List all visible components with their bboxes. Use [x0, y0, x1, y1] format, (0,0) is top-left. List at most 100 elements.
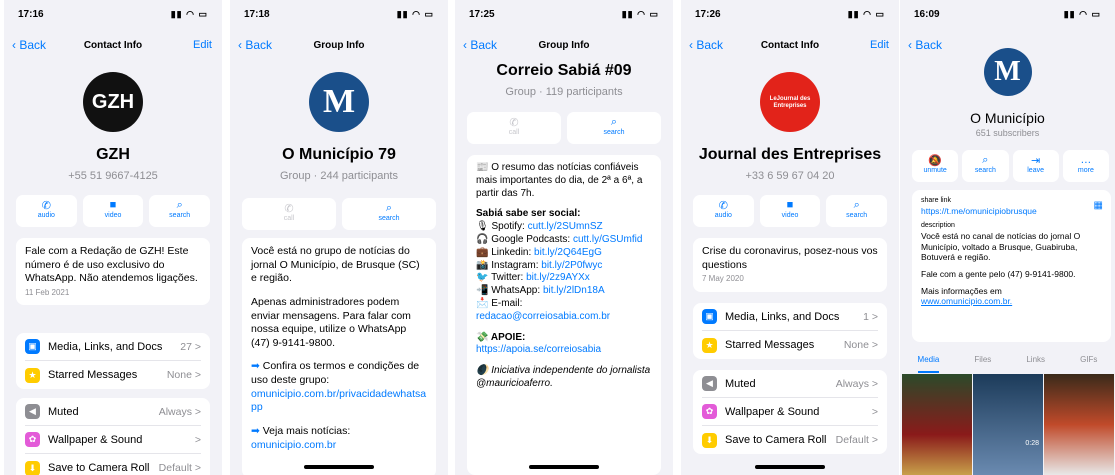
- starred-row[interactable]: ★ Starred Messages None >: [25, 361, 201, 389]
- phone-icon: ✆: [41, 200, 51, 212]
- email-link[interactable]: redacao@correiosabia.com.br: [476, 311, 652, 324]
- avatar: GZH: [83, 72, 143, 132]
- media-row[interactable]: ▣ Media, Links, and Docs 1 >: [702, 303, 878, 331]
- search-button[interactable]: ⌕ search: [962, 150, 1009, 182]
- audio-button[interactable]: ✆ audio: [16, 195, 77, 227]
- video-label: video: [781, 212, 799, 219]
- row-value: Default >: [835, 434, 878, 446]
- news-link[interactable]: omunicipio.com.br: [251, 439, 427, 453]
- phone-gzh-contact: 17:16 ▮▮ ◠ ▭ ‹ Back Contact Info Edit GZH…: [4, 0, 222, 475]
- qr-code-icon[interactable]: ▦: [1094, 200, 1103, 213]
- social-title: Sabiá sabe ser social:: [476, 208, 581, 220]
- audio-label: audio: [714, 212, 732, 219]
- settings-list: ◀ Muted Always > ✿ Wallpaper & Sound > ⬇ Save…: [16, 398, 210, 475]
- video-thumbnail[interactable]: 0:28: [973, 374, 1043, 475]
- description-label: description: [921, 222, 955, 230]
- website-link[interactable]: www.omunicipio.com.br.: [921, 296, 1102, 307]
- photo-icon: ▣: [25, 339, 40, 354]
- terms-link[interactable]: omunicipio.com.br/privacidadewhatsapp: [251, 388, 427, 415]
- avatar-text: M: [322, 83, 356, 120]
- more-button[interactable]: … more: [1062, 150, 1109, 182]
- muted-row[interactable]: ◀ Muted Always >: [702, 370, 878, 398]
- status-time: 17:18: [244, 9, 270, 20]
- call-button[interactable]: ✆ call: [467, 112, 561, 144]
- row-label: Wallpaper & Sound: [725, 405, 820, 418]
- search-button[interactable]: ⌕ search: [826, 195, 888, 227]
- back-label: Back: [915, 38, 943, 52]
- spotify-link[interactable]: cutt.ly/2SUmnSZ: [528, 221, 603, 232]
- search-icon: ⌕: [176, 199, 183, 211]
- contact-name: GZH: [96, 146, 130, 163]
- signal-wifi-battery-icon: ▮▮ ◠ ▭: [621, 9, 659, 19]
- nav-title: Group Info: [313, 40, 365, 51]
- flower-icon: ✿: [25, 432, 40, 447]
- tab-links[interactable]: Links: [1026, 355, 1045, 373]
- edit-button[interactable]: Edit: [193, 39, 212, 51]
- muted-row[interactable]: ◀ Muted Always >: [25, 398, 201, 426]
- action-buttons: ✆ call ⌕ search: [467, 112, 661, 144]
- social-item: 🎧 Google Podcasts: cutt.ly/GSUmfid: [476, 234, 652, 247]
- leave-label: leave: [1027, 167, 1044, 174]
- video-icon: ■: [786, 199, 794, 211]
- audio-button[interactable]: ✆ audio: [693, 195, 754, 227]
- flower-icon: ✿: [702, 404, 717, 419]
- description-text: Veja mais notícias:: [262, 425, 351, 438]
- search-button[interactable]: ⌕ search: [567, 112, 661, 144]
- starred-row[interactable]: ★ Starred Messages None >: [702, 331, 878, 359]
- media-list: ▣ Media, Links, and Docs 1 > ★ Starred Mess…: [693, 303, 887, 359]
- row-value: 27 >: [180, 340, 201, 353]
- media-row[interactable]: ▣ Media, Links, and Docs 27 >: [25, 333, 201, 361]
- call-button[interactable]: ✆ call: [242, 198, 336, 230]
- social-label: E-mail:: [491, 297, 523, 309]
- video-button[interactable]: ■ video: [759, 195, 821, 227]
- social-label: Twitter:: [491, 272, 524, 284]
- unmute-button[interactable]: 🔕 unmute: [912, 150, 959, 182]
- audio-label: audio: [37, 212, 55, 219]
- avatar-text: GZH: [91, 91, 135, 113]
- search-icon: ⌕: [385, 202, 393, 214]
- description-card: Você está no grupo de notícias do jornal…: [242, 238, 436, 475]
- tab-media[interactable]: Media: [917, 355, 940, 373]
- media-thumbnail[interactable]: [902, 374, 972, 475]
- linkedin-link[interactable]: bit.ly/2Q64EgG: [534, 247, 602, 258]
- search-button[interactable]: ⌕ search: [149, 195, 211, 227]
- row-value: Always >: [835, 377, 878, 390]
- search-icon: ⌕: [610, 116, 618, 128]
- nav-bar: ‹ Back Contact Info Edit: [681, 34, 899, 58]
- photo-icon: ▣: [702, 309, 717, 324]
- status-time: 17:16: [18, 9, 44, 20]
- moon-icon: 🌒: [476, 365, 489, 377]
- contact-phone: +33 6 59 67 04 20: [745, 170, 835, 182]
- call-label: call: [508, 129, 520, 136]
- edit-button[interactable]: Edit: [870, 39, 889, 51]
- social-label: WhatsApp:: [491, 285, 541, 297]
- signal-wifi-battery-icon: ▮▮ ◠ ▭: [396, 9, 434, 19]
- podcasts-link[interactable]: cutt.ly/GSUmfid: [573, 234, 642, 245]
- wallpaper-row[interactable]: ✿ Wallpaper & Sound >: [25, 426, 201, 454]
- wallpaper-row[interactable]: ✿ Wallpaper & Sound >: [702, 398, 878, 426]
- tab-files[interactable]: Files: [974, 355, 991, 373]
- whatsapp-link[interactable]: bit.ly/2lDn18A: [543, 285, 605, 296]
- back-button[interactable]: ‹ Back: [908, 38, 942, 52]
- leave-button[interactable]: ⇥ leave: [1012, 150, 1059, 182]
- save-roll-row[interactable]: ⬇ Save to Camera Roll Default >: [25, 454, 201, 475]
- social-item: 📲 WhatsApp: bit.ly/2lDn18A: [476, 285, 652, 298]
- description-text: Mais informações em: [921, 285, 1002, 296]
- group-participants: Group · 244 participants: [279, 170, 398, 182]
- description-text: O resumo das notícias confiáveis mais im…: [476, 162, 643, 199]
- save-roll-row[interactable]: ⬇ Save to Camera Roll Default >: [702, 426, 878, 454]
- media-thumbnail[interactable]: [1044, 374, 1114, 475]
- apoie-link[interactable]: https://apoia.se/correiosabia: [476, 344, 652, 357]
- video-button[interactable]: ■ video: [82, 195, 144, 227]
- twitter-link[interactable]: bit.ly/2z9AYXx: [526, 272, 590, 283]
- action-buttons: ✆ call ⌕ search: [242, 198, 436, 230]
- share-link[interactable]: https://t.me/omunicipiobrusque: [921, 206, 1102, 217]
- about-card: Fale com a Redação de GZH! Este número é…: [16, 238, 210, 306]
- nav-title: Contact Info: [760, 40, 820, 51]
- row-label: Save to Camera Roll: [48, 462, 150, 474]
- row-value: Default >: [158, 462, 201, 474]
- tab-gifs[interactable]: GIFs: [1080, 355, 1097, 373]
- instagram-link[interactable]: bit.ly/2P0fwyc: [541, 260, 602, 271]
- row-label: Muted: [725, 377, 756, 390]
- search-button[interactable]: ⌕ search: [342, 198, 436, 230]
